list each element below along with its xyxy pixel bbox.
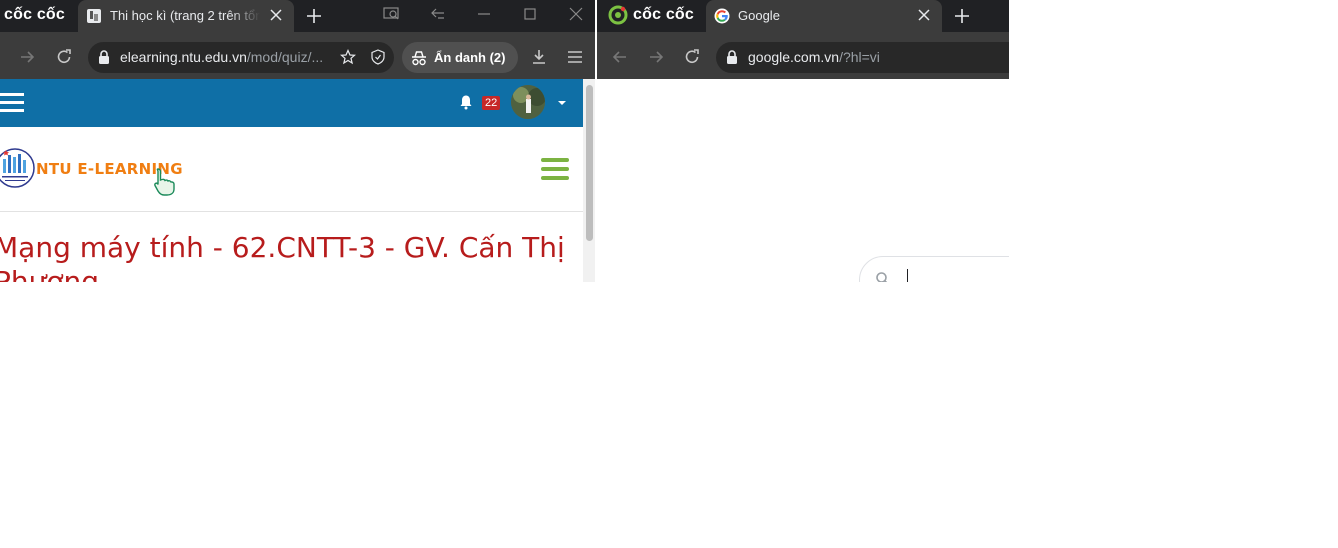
tab-quiz[interactable]: Thi học kì (trang 2 trên tổng — [78, 0, 294, 32]
close-window-icon[interactable] — [568, 6, 584, 22]
minimize-icon[interactable] — [476, 6, 492, 22]
avatar-photo — [511, 85, 545, 119]
lock-icon[interactable] — [96, 49, 112, 65]
address-bar[interactable]: elearning.ntu.edu.vn/mod/quiz/... — [88, 42, 394, 73]
ntu-logo-seal[interactable] — [0, 144, 36, 192]
tab-title: Thi học kì (trang 2 trên tổng — [110, 8, 260, 23]
page-content: 22 NTU E-LEARNING Mạng máy tính - 62.CNT… — [0, 79, 595, 282]
lock-icon[interactable] — [724, 49, 740, 65]
close-tab-icon[interactable] — [916, 7, 932, 23]
google-g-icon — [714, 8, 730, 24]
page-scrollbar[interactable] — [583, 79, 595, 282]
reload-icon[interactable] — [55, 48, 73, 66]
tab-strip: cốc cốc Thi học kì (trang 2 trên tổng — [0, 0, 595, 32]
tab-strip: cốc cốc Google — [597, 0, 1009, 32]
incognito-icon — [412, 51, 426, 66]
reload-icon[interactable] — [683, 48, 701, 66]
text-cursor — [907, 269, 908, 282]
coccoc-brand[interactable]: cốc cốc — [633, 6, 694, 24]
url-text: elearning.ntu.edu.vn/mod/quiz/... — [120, 49, 324, 65]
url-text: google.com.vn/?hl=vi — [748, 49, 880, 65]
incognito-label: Ẩn danh (2) — [434, 50, 506, 65]
google-search-box[interactable] — [859, 256, 1009, 282]
address-bar[interactable]: google.com.vn/?hl=vi — [716, 42, 1009, 73]
browser-window-right: cốc cốc Google google.com.vn/?hl=vi — [597, 0, 1009, 282]
download-icon[interactable] — [530, 48, 548, 66]
browser-menu-icon[interactable] — [566, 48, 584, 66]
new-tab-icon[interactable] — [304, 6, 324, 26]
site-header: NTU E-LEARNING — [0, 127, 583, 212]
search-icon — [876, 272, 888, 282]
tab-search-icon[interactable] — [383, 6, 399, 22]
forward-arrow-icon[interactable] — [647, 48, 665, 66]
notification-count-badge: 22 — [482, 96, 501, 110]
browser-window-left: cốc cốc Thi học kì (trang 2 trên tổng el… — [0, 0, 595, 282]
back-arrow-icon[interactable] — [611, 48, 629, 66]
coccoc-logo-icon[interactable] — [608, 5, 628, 25]
drawer-toggle-icon[interactable] — [0, 93, 24, 113]
shield-icon[interactable] — [370, 49, 386, 65]
site-menu-icon[interactable] — [541, 158, 569, 180]
incognito-button[interactable]: Ẩn danh (2) — [402, 42, 518, 73]
tab-title: Google — [738, 8, 780, 23]
chevron-down-icon[interactable] — [557, 98, 567, 108]
avatar[interactable] — [511, 85, 545, 119]
quiz-favicon-icon — [87, 9, 101, 23]
page-content — [597, 79, 1009, 282]
new-tab-icon[interactable] — [952, 6, 972, 26]
browser-toolbar: google.com.vn/?hl=vi — [597, 32, 1009, 79]
pointing-hand-icon — [154, 168, 175, 196]
bookmark-star-icon[interactable] — [340, 49, 356, 65]
back-to-tab-icon[interactable] — [430, 6, 446, 22]
close-tab-icon[interactable] — [268, 7, 284, 23]
bell-icon[interactable] — [458, 94, 474, 110]
browser-toolbar: elearning.ntu.edu.vn/mod/quiz/... Ẩn dan… — [0, 32, 595, 79]
moodle-navbar: 22 — [0, 79, 583, 127]
forward-arrow-icon[interactable] — [18, 48, 36, 66]
page-title: Mạng máy tính - 62.CNTT-3 - GV. Cấn Thị … — [0, 231, 565, 282]
maximize-icon[interactable] — [522, 6, 538, 22]
tab-google[interactable]: Google — [706, 0, 942, 32]
coccoc-brand[interactable]: cốc cốc — [4, 6, 65, 24]
scrollbar-thumb[interactable] — [586, 85, 593, 241]
